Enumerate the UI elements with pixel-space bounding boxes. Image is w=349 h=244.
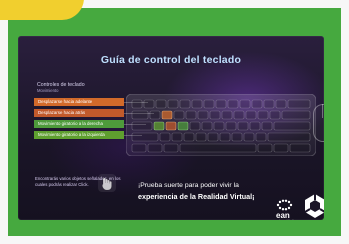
control-row-forward: Desplazarse hacia adelante [34,98,124,106]
controls-subtitle: Movimiento [37,88,59,93]
ean-logo-icon: ean universidad [268,196,302,220]
control-row-rotate-left: Movimiento giratorio a la izquierda [34,131,124,139]
message-line-2: experiencia de la Realidad Virtual¡ [138,192,255,201]
presentation-slide: Guía de control del teclado Controles de… [0,0,349,244]
dark-screen: Guía de control del teclado Controles de… [18,36,324,220]
keyboard-icon [126,94,316,156]
control-row-back: Desplazarse hacia atrás [34,109,124,117]
page-title: Guía de control del teclado [100,54,242,66]
unity-logo-icon [304,194,324,218]
hand-pointer-icon [98,174,116,192]
mouse-divider [322,104,323,118]
ean-logo-subtext: universidad [275,219,293,220]
message-line-1: ¡Prueba suerte para poder vivir la [138,182,239,189]
yellow-corner-tab [0,0,84,20]
control-row-rotate-right: Movimiento giratorio a la derecha [34,120,124,128]
